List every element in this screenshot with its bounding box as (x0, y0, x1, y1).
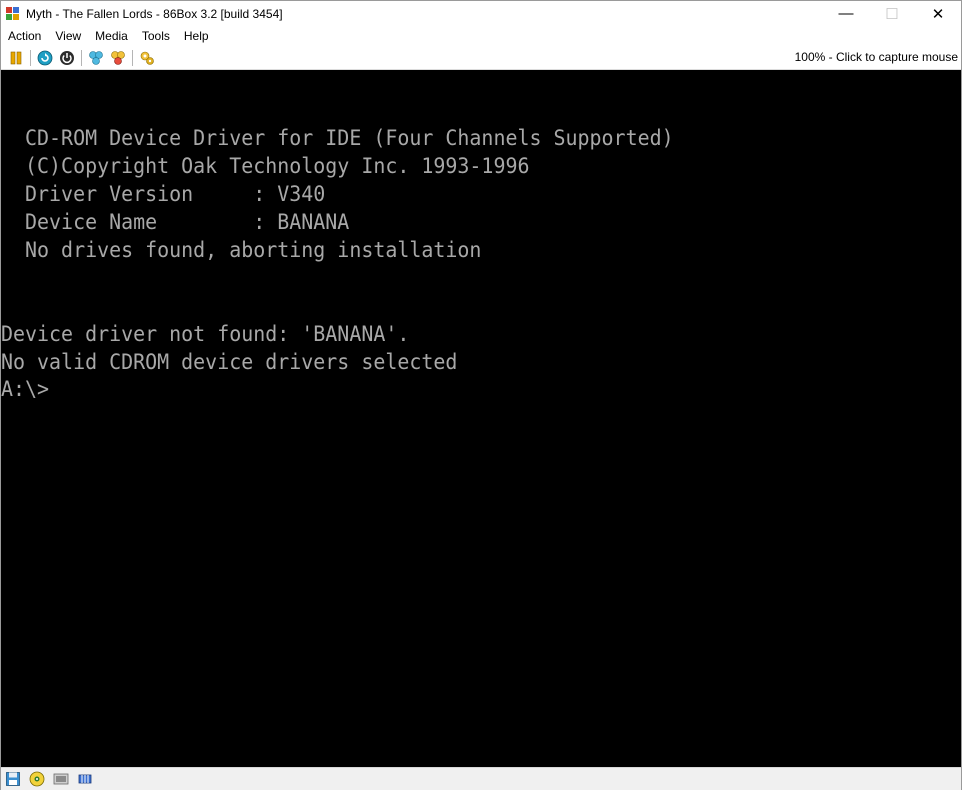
network-icon[interactable] (53, 771, 69, 787)
86box-app-icon (5, 6, 21, 22)
menu-tools[interactable]: Tools (135, 26, 177, 46)
ctrl-alt-esc-icon[interactable] (110, 50, 126, 66)
pause-icon[interactable] (8, 50, 24, 66)
emulator-window: Myth - The Fallen Lords - 86Box 3.2 [bui… (0, 0, 962, 790)
toolbar-separator (132, 49, 133, 66)
menu-media[interactable]: Media (88, 26, 135, 46)
minimize-button[interactable]: — (823, 1, 869, 26)
menu-action[interactable]: Action (1, 26, 48, 46)
power-icon[interactable] (59, 50, 75, 66)
window-title: Myth - The Fallen Lords - 86Box 3.2 [bui… (26, 6, 283, 21)
toolbar: 100% - Click to capture mouse (1, 46, 961, 70)
menu-bar: Action View Media Tools Help (1, 26, 961, 46)
ctrl-alt-del-icon[interactable] (88, 50, 104, 66)
window-controls: — ☐ ✕ (823, 1, 961, 26)
screen-line: Device driver not found: 'BANANA'. (1, 322, 410, 346)
menu-view[interactable]: View (48, 26, 88, 46)
menu-help[interactable]: Help (177, 26, 216, 46)
cdrom-icon[interactable] (29, 771, 45, 787)
screen-line: CD-ROM Device Driver for IDE (Four Chann… (1, 126, 674, 150)
toolbar-separator (30, 49, 31, 66)
status-bar (1, 767, 961, 790)
screen-line: Driver Version : V340 (1, 182, 326, 206)
screen-line: No drives found, aborting installation (1, 238, 482, 262)
emulated-screen[interactable]: CD-ROM Device Driver for IDE (Four Chann… (1, 70, 961, 767)
capture-status: 100% - Click to capture mouse (794, 50, 958, 64)
sound-icon[interactable] (77, 771, 93, 787)
floppy-icon[interactable] (5, 771, 21, 787)
close-button[interactable]: ✕ (915, 1, 961, 26)
title-bar: Myth - The Fallen Lords - 86Box 3.2 [bui… (1, 1, 961, 26)
screen-line: No valid CDROM device drivers selected (1, 350, 458, 374)
settings-icon[interactable] (139, 50, 155, 66)
maximize-button[interactable]: ☐ (869, 1, 915, 26)
screen-line: Device Name : BANANA (1, 210, 350, 234)
toolbar-separator (81, 49, 82, 66)
screen-line: (C)Copyright Oak Technology Inc. 1993-19… (1, 154, 530, 178)
screen-line: A:\> (1, 377, 50, 401)
reset-icon[interactable] (37, 50, 53, 66)
